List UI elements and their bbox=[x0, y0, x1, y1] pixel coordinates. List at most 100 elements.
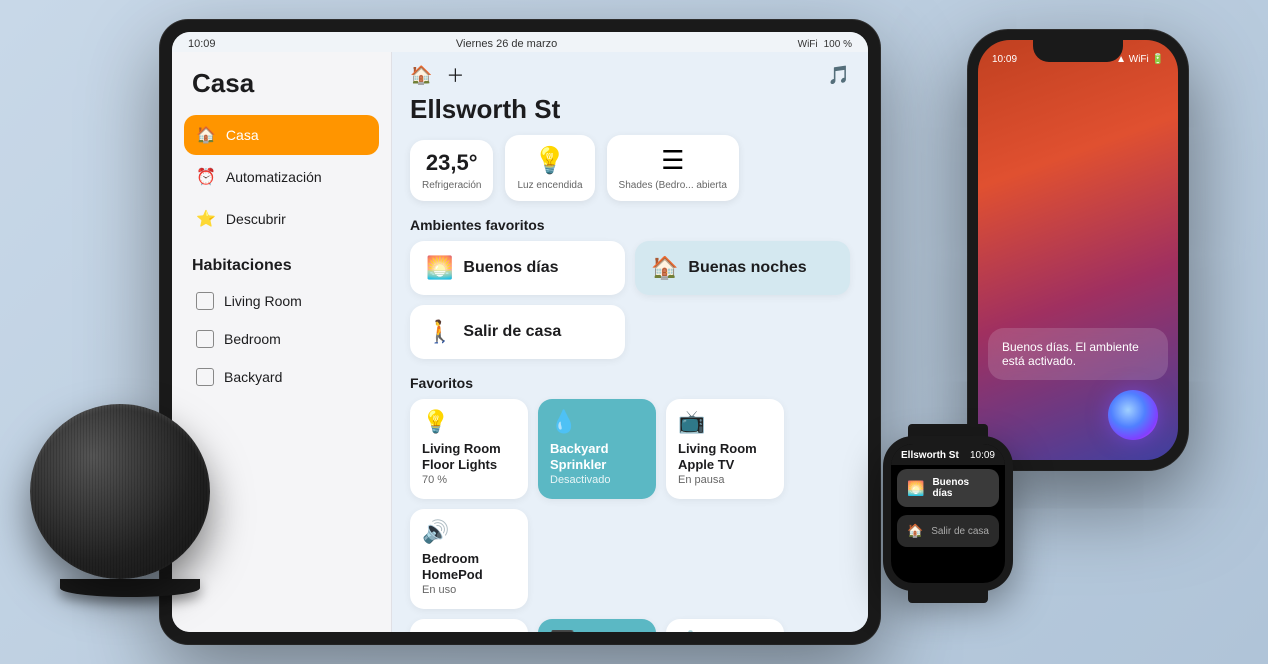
salir-icon: 🚶 bbox=[426, 319, 453, 345]
fav-thermostat[interactable]: 🌡️ Entrance Thermostat... Refrig. a 22,0… bbox=[666, 619, 784, 632]
watch-time: 10:09 bbox=[970, 450, 995, 461]
siri-icon[interactable]: 🎵 bbox=[828, 65, 850, 86]
watch-screen: Ellsworth St 10:09 🌅 Buenos días 🏠 Salir… bbox=[891, 444, 1005, 583]
watch-buenos-icon: 🌅 bbox=[907, 480, 924, 497]
living-lights-title: Living Room Floor Lights bbox=[422, 441, 516, 472]
sidebar-auto-label: Automatización bbox=[226, 169, 322, 185]
buenas-noches-label: Buenas noches bbox=[688, 259, 806, 277]
shades-icon: ☰ bbox=[619, 145, 727, 176]
sprinkler-icon: 💧 bbox=[550, 409, 644, 435]
iphone-status-bar: 10:09 ▲ WiFi 🔋 bbox=[978, 50, 1178, 65]
watch-frame: Ellsworth St 10:09 🌅 Buenos días 🏠 Salir… bbox=[883, 436, 1013, 591]
sidebar-casa-label: Casa bbox=[226, 127, 259, 143]
clock-icon: ⏰ bbox=[196, 167, 216, 187]
ipad-content: Casa 🏠 Casa ⏰ Automatización ⭐ Descubrir… bbox=[172, 52, 868, 632]
living-lights-sub: 70 % bbox=[422, 474, 516, 486]
light-card[interactable]: 💡 Luz encendida bbox=[505, 135, 594, 201]
iphone: 10:09 ▲ WiFi 🔋 Buenos días. El ambiente … bbox=[968, 30, 1188, 470]
room-bedroom-label: Bedroom bbox=[224, 331, 281, 347]
siri-notification-text: Buenos días. El ambiente está activado. bbox=[1002, 340, 1139, 368]
sidebar-desc-label: Descubrir bbox=[226, 211, 286, 227]
shades2-icon: ☰ bbox=[422, 629, 516, 632]
iphone-screen: 10:09 ▲ WiFi 🔋 Buenos días. El ambiente … bbox=[978, 40, 1178, 460]
siri-notification: Buenos días. El ambiente está activado. bbox=[988, 328, 1168, 380]
main-title: Ellsworth St bbox=[392, 94, 868, 135]
buenos-dias-icon: 🌅 bbox=[426, 255, 453, 281]
temp-value: 23,5° bbox=[426, 150, 478, 176]
sidebar-item-automatizacion[interactable]: ⏰ Automatización bbox=[184, 157, 379, 197]
room-icon bbox=[196, 330, 214, 348]
main-topbar: 🏠 ＋ 🎵 bbox=[392, 52, 868, 94]
favorites-title: Favoritos bbox=[392, 371, 868, 399]
homepod-title: Bedroom HomePod bbox=[422, 551, 516, 582]
buenos-dias-label: Buenos días bbox=[463, 259, 558, 277]
watch-buenos-dias[interactable]: 🌅 Buenos días bbox=[897, 469, 999, 507]
scene-buenos-dias[interactable]: 🌅 Buenos días bbox=[410, 241, 625, 295]
buenas-noches-icon: 🏠 bbox=[651, 255, 678, 281]
room-backyard-label: Backyard bbox=[224, 369, 282, 385]
appletv-sub: En pausa bbox=[678, 474, 772, 486]
fav-kitchen-switch[interactable]: 🔲 Kitchen Switch Desactivado bbox=[538, 619, 656, 632]
ipad-date: Viernes 26 de marzo bbox=[456, 38, 557, 50]
temp-card[interactable]: 23,5° Refrigeración bbox=[410, 140, 493, 201]
room-icon bbox=[196, 292, 214, 310]
room-icon bbox=[196, 368, 214, 386]
ipad-status-bar: 10:09 Viernes 26 de marzo WiFi 100 % bbox=[172, 32, 868, 52]
thermostat-icon: 🌡️ bbox=[678, 629, 772, 632]
sidebar-title: Casa bbox=[184, 68, 379, 99]
ipad-status-right: WiFi 100 % bbox=[798, 39, 852, 50]
star-icon: ⭐ bbox=[196, 209, 216, 229]
homepod-base bbox=[60, 579, 200, 597]
iphone-time: 10:09 bbox=[992, 54, 1017, 65]
watch-home-name: Ellsworth St bbox=[901, 450, 959, 461]
main-content: 🏠 ＋ 🎵 Ellsworth St 23,5° Refrigeración bbox=[392, 52, 868, 632]
temp-label: Refrigeración bbox=[422, 180, 481, 191]
home-icon: 🏠 bbox=[196, 125, 216, 145]
homepod-texture bbox=[30, 404, 210, 579]
iphone-frame: 10:09 ▲ WiFi 🔋 Buenos días. El ambiente … bbox=[968, 30, 1188, 470]
fav-living-lights[interactable]: 💡 Living Room Floor Lights 70 % bbox=[410, 399, 528, 499]
fav-backyard-sprinkler[interactable]: 💧 Backyard Sprinkler Desactivado bbox=[538, 399, 656, 499]
ipad: 10:09 Viernes 26 de marzo WiFi 100 % Cas… bbox=[160, 20, 880, 644]
home-topbar-icon[interactable]: 🏠 bbox=[410, 65, 432, 86]
kitchen-icon: 🔲 bbox=[550, 629, 644, 632]
scene-salir[interactable]: 🚶 Salir de casa bbox=[410, 305, 625, 359]
light-label: Luz encendida bbox=[517, 180, 582, 191]
light-icon: 💡 bbox=[517, 145, 582, 176]
fav-bedroom-shades[interactable]: ☰ Bedroom Shades Abrir bbox=[410, 619, 528, 632]
topbar-left: 🏠 ＋ bbox=[410, 62, 464, 88]
battery-level: 100 % bbox=[824, 39, 852, 50]
room-living-label: Living Room bbox=[224, 293, 302, 309]
sidebar-room-living[interactable]: Living Room bbox=[184, 283, 379, 319]
sidebar-item-casa[interactable]: 🏠 Casa bbox=[184, 115, 379, 155]
watch-salir-icon: 🏠 bbox=[907, 523, 923, 539]
living-lights-icon: 💡 bbox=[422, 409, 516, 435]
status-cards: 23,5° Refrigeración 💡 Luz encendida ☰ Sh… bbox=[392, 135, 868, 213]
watch-buenos-label: Buenos días bbox=[932, 477, 989, 499]
sidebar-item-descubrir[interactable]: ⭐ Descubrir bbox=[184, 199, 379, 239]
wifi-icon: WiFi bbox=[798, 39, 818, 50]
sidebar-room-backyard[interactable]: Backyard bbox=[184, 359, 379, 395]
ipad-time: 10:09 bbox=[188, 38, 216, 50]
siri-orb bbox=[1108, 390, 1158, 440]
watch-band-bottom bbox=[908, 583, 988, 603]
homepod-sub: En uso bbox=[422, 584, 516, 596]
shades-card[interactable]: ☰ Shades (Bedro... abierta bbox=[607, 135, 739, 201]
add-icon[interactable]: ＋ bbox=[446, 62, 464, 88]
watch-salir[interactable]: 🏠 Salir de casa bbox=[897, 515, 999, 547]
shades-label: Shades (Bedro... abierta bbox=[619, 180, 727, 191]
ipad-frame: 10:09 Viernes 26 de marzo WiFi 100 % Cas… bbox=[160, 20, 880, 644]
scene-buenas-noches[interactable]: 🏠 Buenas noches bbox=[635, 241, 850, 295]
salir-label: Salir de casa bbox=[463, 323, 561, 341]
watch-header: Ellsworth St 10:09 bbox=[891, 444, 1005, 465]
sidebar-room-bedroom[interactable]: Bedroom bbox=[184, 321, 379, 357]
fav-apple-tv[interactable]: 📺 Living Room Apple TV En pausa bbox=[666, 399, 784, 499]
watch-salir-label: Salir de casa bbox=[931, 526, 989, 537]
fav-homepod[interactable]: 🔊 Bedroom HomePod En uso bbox=[410, 509, 528, 609]
homepod-body bbox=[30, 404, 210, 579]
favorites-row2: ☰ Bedroom Shades Abrir 🔲 Kitchen Switch … bbox=[392, 619, 868, 632]
homepod-icon: 🔊 bbox=[422, 519, 516, 545]
favorites-row1: 💡 Living Room Floor Lights 70 % 💧 Backya… bbox=[392, 399, 868, 619]
appletv-icon: 📺 bbox=[678, 409, 772, 435]
iphone-signal: ▲ WiFi 🔋 bbox=[1116, 54, 1164, 65]
